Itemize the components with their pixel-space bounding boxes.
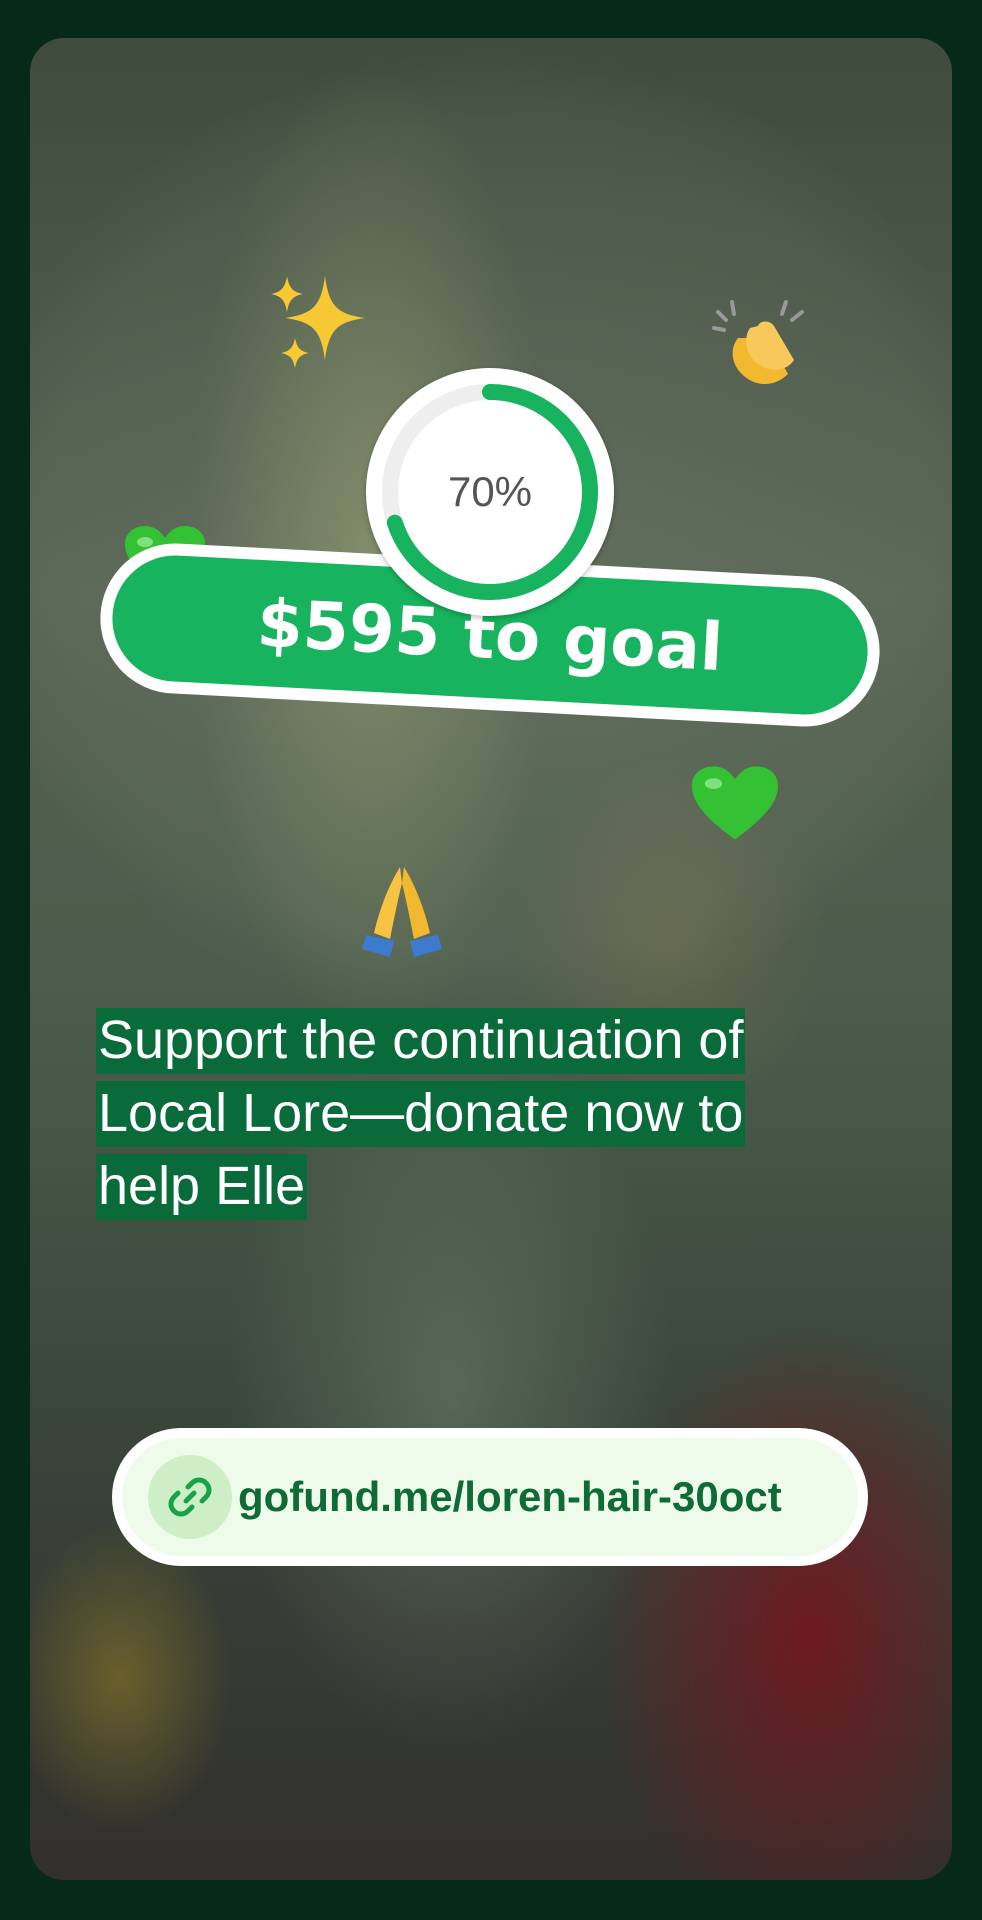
- link-icon: [148, 1455, 232, 1539]
- progress-ring: 70%: [366, 368, 614, 616]
- donation-link-button[interactable]: gofund.me/loren-hair-30oct: [112, 1428, 868, 1566]
- folded-hands-icon: [360, 863, 444, 964]
- caption-line: help Elle: [96, 1154, 308, 1220]
- donation-link-inner[interactable]: gofund.me/loren-hair-30oct: [122, 1438, 858, 1556]
- clapping-hands-icon: [710, 298, 810, 398]
- donation-link-text[interactable]: gofund.me/loren-hair-30oct: [238, 1473, 782, 1521]
- caption-line: Local Lore—donate now to: [96, 1081, 746, 1147]
- caption-text: Support the continuation of Local Lore—d…: [96, 1004, 896, 1223]
- story-frame: $595 to goal 70% Support the continuatio…: [0, 0, 982, 1920]
- progress-percent-label: 70%: [447, 468, 533, 515]
- caption-line: Support the continuation of: [96, 1008, 746, 1074]
- story-card: [30, 38, 952, 1880]
- green-heart-icon: [692, 766, 778, 845]
